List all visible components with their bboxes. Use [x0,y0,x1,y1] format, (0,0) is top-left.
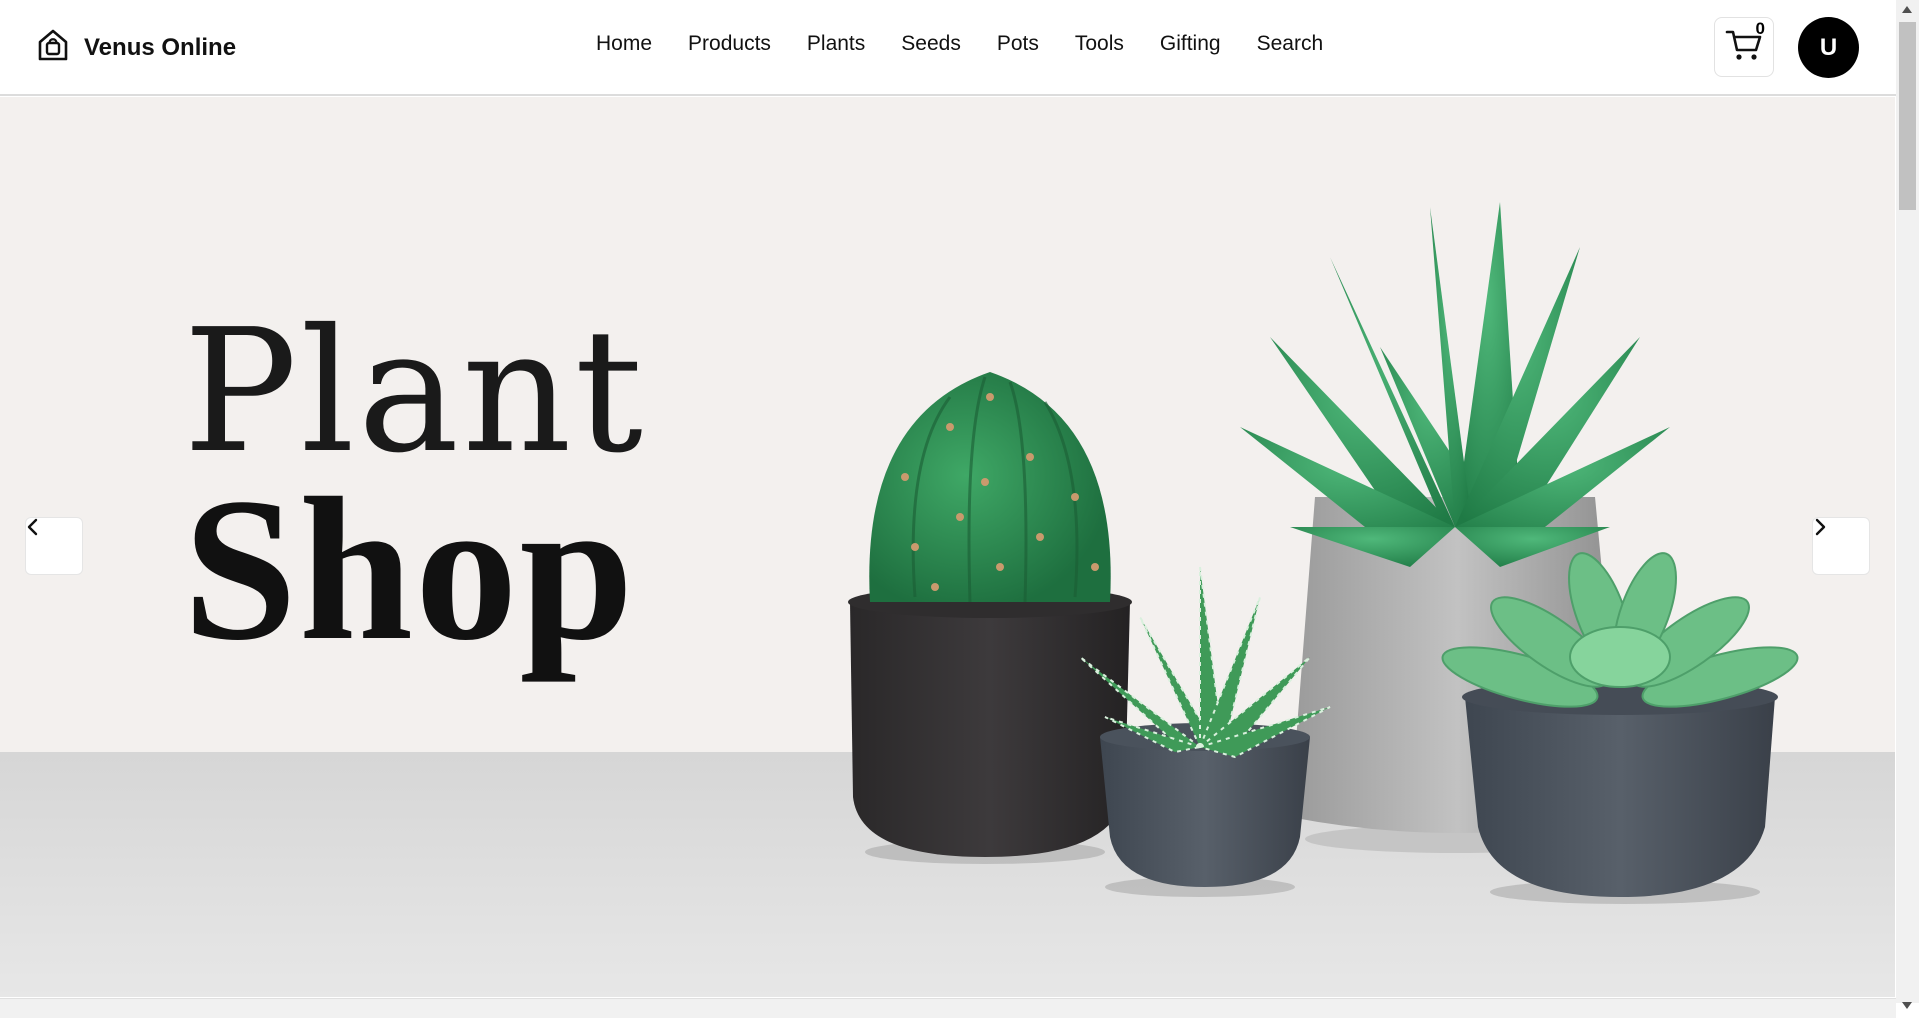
brand-name: Venus Online [84,33,237,61]
user-avatar[interactable]: U [1798,17,1859,78]
nav-seeds[interactable]: Seeds [901,32,961,56]
scroll-up-icon[interactable] [1902,6,1912,13]
carousel-prev-button[interactable] [25,517,83,575]
cart-count-badge: 0 [1755,19,1765,38]
nav-pots[interactable]: Pots [997,32,1039,56]
hero-title-line2: Shop [183,456,636,683]
site-header: Venus Online Home Products Plants Seeds … [0,0,1897,96]
nav-products[interactable]: Products [688,32,771,56]
hero-title-line1: Plant [183,293,646,491]
carousel-next-button[interactable] [1812,517,1870,575]
horizontal-scrollbar[interactable] [0,998,1896,1018]
nav-gifting[interactable]: Gifting [1160,32,1221,56]
nav-home[interactable]: Home [596,32,652,56]
cart-button[interactable]: 0 [1714,17,1774,77]
scroll-down-icon[interactable] [1902,1002,1912,1009]
brand-logo[interactable]: Venus Online [36,28,236,67]
nav-search[interactable]: Search [1257,32,1324,56]
home-bag-icon [36,28,70,67]
nav-tools[interactable]: Tools [1075,32,1124,56]
vertical-scrollbar-thumb[interactable] [1899,22,1916,210]
main-nav: Home Products Plants Seeds Pots Tools Gi… [596,32,1323,56]
hero-carousel: Plant Shop [0,97,1895,997]
nav-plants[interactable]: Plants [807,32,865,56]
